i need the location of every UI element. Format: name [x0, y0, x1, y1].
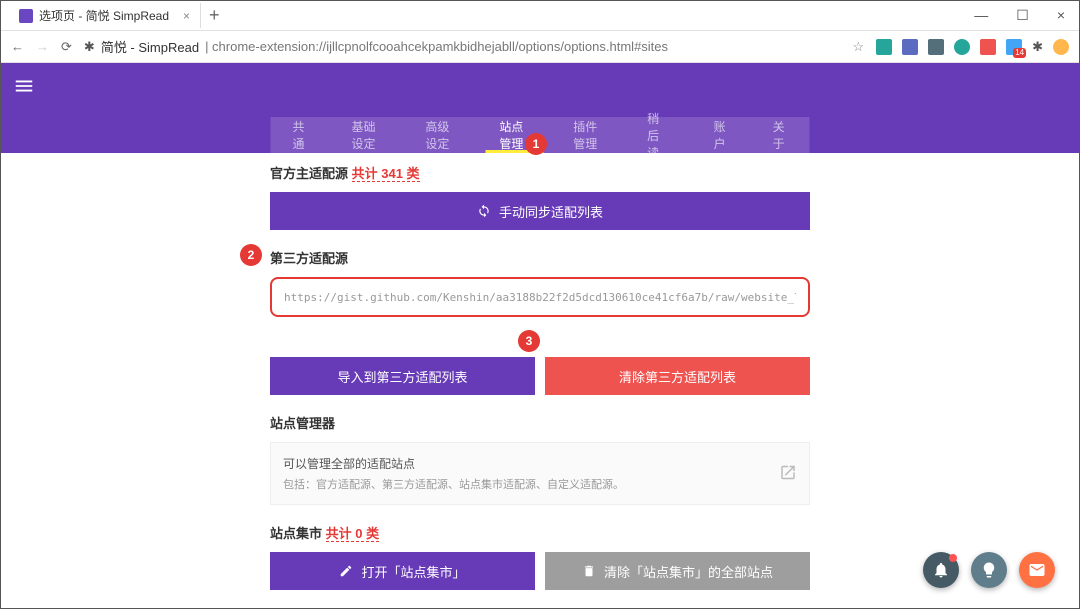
extension-icon: ✱ [84, 39, 95, 55]
open-market-button[interactable]: 打开「站点集市」 [270, 552, 535, 590]
tab-title: 选项页 - 简悦 SimpRead [39, 7, 169, 24]
close-tab-icon[interactable]: × [183, 9, 190, 23]
tab-account[interactable]: 账户 [692, 117, 751, 153]
app-header: 1 共通 基础设定 高级设定 站点管理 插件管理 稍后读 账户 关于 [1, 63, 1079, 153]
ext-icon-2[interactable] [902, 39, 918, 55]
profile-avatar[interactable] [1053, 39, 1069, 55]
sync-icon [477, 204, 491, 218]
official-title: 官方主适配源 共计 341 类 [270, 163, 810, 182]
tab-readlater[interactable]: 稍后读 [625, 117, 691, 153]
section-official-source: 官方主适配源 共计 341 类 手动同步适配列表 [270, 163, 810, 230]
open-external-icon[interactable] [779, 463, 797, 484]
minimize-button[interactable]: — [968, 7, 994, 24]
edit-icon [339, 564, 353, 578]
main-content: 官方主适配源 共计 341 类 手动同步适配列表 2 第三方适配源 3 导入到第… [1, 153, 1079, 608]
clear-thirdparty-button[interactable]: 清除第三方适配列表 [545, 357, 810, 395]
ext-icon-3[interactable] [928, 39, 944, 55]
market-empty-text: 没有任何站点，点击打开「站点集市」添加。 [270, 590, 810, 608]
clear-market-button[interactable]: 清除「站点集市」的全部站点 [545, 552, 810, 590]
maximize-button[interactable]: ☐ [1010, 7, 1035, 24]
ext-icon-5[interactable] [980, 39, 996, 55]
url-bar[interactable]: ✱ 简悦 - SimpRead | chrome-extension://ijl… [84, 37, 841, 56]
annotation-3: 3 [518, 330, 540, 352]
bell-icon [932, 561, 950, 579]
import-thirdparty-button[interactable]: 导入到第三方适配列表 [270, 357, 535, 395]
thirdparty-title: 第三方适配源 [270, 248, 810, 267]
fab-feedback[interactable] [1019, 552, 1055, 588]
market-title: 站点集市 共计 0 类 [270, 523, 810, 542]
delete-icon [582, 564, 596, 578]
sync-button[interactable]: 手动同步适配列表 [270, 192, 810, 230]
section-thirdparty-source: 2 第三方适配源 3 导入到第三方适配列表 清除第三方适配列表 [270, 248, 810, 395]
ext-icon-1[interactable] [876, 39, 892, 55]
tab-advanced[interactable]: 高级设定 [403, 117, 477, 153]
tab-about[interactable]: 关于 [751, 117, 810, 153]
tab-common[interactable]: 共通 [271, 117, 330, 153]
url-prefix: 简悦 - SimpRead [101, 37, 199, 56]
window-controls: — ☐ × [968, 7, 1071, 24]
ext-icon-4[interactable] [954, 39, 970, 55]
lightbulb-icon [980, 561, 998, 579]
fab-help[interactable] [971, 552, 1007, 588]
thirdparty-url-input[interactable] [270, 277, 810, 317]
fab-notifications[interactable] [923, 552, 959, 588]
tab-basic[interactable]: 基础设定 [329, 117, 403, 153]
browser-tab[interactable]: 选项页 - 简悦 SimpRead × [9, 3, 201, 28]
section-site-market: 站点集市 共计 0 类 打开「站点集市」 清除「站点集市」的全部站点 没有任何站… [270, 523, 810, 608]
floating-actions [923, 552, 1055, 588]
browser-addressbar: ← → ⟳ ✱ 简悦 - SimpRead | chrome-extension… [1, 31, 1079, 63]
annotation-1: 1 [525, 133, 547, 155]
hamburger-menu-icon[interactable] [13, 75, 35, 100]
tab-plugins[interactable]: 插件管理 [551, 117, 625, 153]
extension-icons: ✱ [876, 39, 1069, 55]
url-path: | chrome-extension://ijllcpnolfcooahcekp… [205, 39, 668, 54]
annotation-2: 2 [240, 244, 262, 266]
manager-title: 站点管理器 [270, 413, 810, 432]
manager-box-title: 可以管理全部的适配站点 [283, 455, 797, 472]
new-tab-button[interactable]: + [209, 5, 220, 26]
extensions-menu-icon[interactable]: ✱ [1032, 39, 1043, 55]
mail-icon [1028, 561, 1046, 579]
ext-icon-6[interactable] [1006, 39, 1022, 55]
section-site-manager: 站点管理器 可以管理全部的适配站点 包括：官方适配源、第三方适配源、站点集市适配… [270, 413, 810, 505]
browser-titlebar: 选项页 - 简悦 SimpRead × + — ☐ × [1, 1, 1079, 31]
manager-box-desc: 包括：官方适配源、第三方适配源、站点集市适配源、自定义适配源。 [283, 476, 797, 492]
tab-favicon [19, 9, 33, 23]
back-button[interactable]: ← [11, 39, 24, 54]
close-window-button[interactable]: × [1051, 7, 1071, 24]
manager-box[interactable]: 可以管理全部的适配站点 包括：官方适配源、第三方适配源、站点集市适配源、自定义适… [270, 442, 810, 505]
star-icon[interactable]: ☆ [852, 39, 864, 55]
forward-button[interactable]: → [36, 39, 49, 54]
reload-button[interactable]: ⟳ [61, 39, 72, 55]
